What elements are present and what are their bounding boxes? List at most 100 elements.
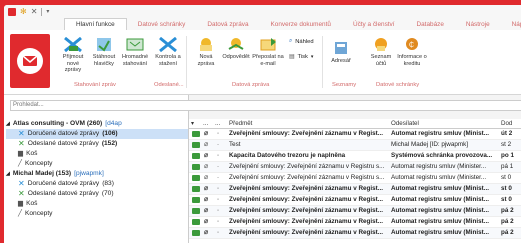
group-label-databoxes: Datové schránky: [376, 82, 420, 88]
receive-icon: [63, 36, 83, 52]
row-marker: -: [217, 163, 220, 170]
table-row[interactable]: ⌀ - Zveřejnění smlouvy: Zveřejnění záznamu…: [189, 162, 521, 173]
tree-item-sent[interactable]: ✕ Odeslané datové zprávy (70): [6, 189, 188, 199]
table-row[interactable]: ⌀ - Zveřejnění smlouvy: Zveřejnění záznamu…: [189, 184, 521, 195]
forward-email-button[interactable]: Přeposlat na e-mail: [252, 36, 284, 67]
headers-icon: [94, 36, 114, 52]
receive-messages-button[interactable]: Přijmout nové zprávy: [58, 36, 88, 74]
group-label-download: Stahování zpráv: [74, 82, 116, 88]
tree-item-drafts[interactable]: ╱ Koncepty: [6, 209, 188, 219]
search-icon: ⌕: [289, 38, 293, 44]
row-subject: Zveřejnění smlouvy: Zveřejnění záznamu v…: [229, 174, 385, 181]
row-date: st 0: [501, 174, 512, 181]
inbox-icon: ✕: [18, 179, 25, 188]
table-row[interactable]: ⌀ - Test Michal Madej [ID: pjwapmk] st 2: [189, 140, 521, 151]
table-row[interactable]: ⌀ - Zveřejnění smlouvy: Zveřejnění záznamu…: [189, 217, 521, 228]
tree-account-madej[interactable]: ◢ Michal Madej (153) [pjwapmk]: [6, 169, 188, 179]
row-date: pá 2: [501, 218, 514, 225]
group-label-message: Datová zpráva: [232, 82, 270, 88]
accounts-icon: [371, 36, 391, 52]
new-message-button[interactable]: Nová zpráva: [192, 36, 220, 67]
tab-conversion[interactable]: Konverze dokumentů: [260, 19, 342, 30]
row-date: st 0: [501, 196, 512, 203]
settings-icon[interactable]: ✻: [20, 7, 27, 16]
table-row[interactable]: ⌀ - Zveřejnění smlouvy: Zveřejnění záznamu…: [189, 173, 521, 184]
tab-databoxes[interactable]: Datové schránky: [127, 19, 197, 30]
row-sender: Automat registru smluv (Minister...: [391, 163, 487, 170]
print-icon: ▤: [289, 54, 295, 60]
expand-icon[interactable]: ◢: [6, 169, 10, 179]
row-subject: Kapacita Datového trezoru je naplněna: [229, 152, 346, 159]
download-headers-button[interactable]: Stáhnout hlavičky: [90, 36, 118, 67]
row-marker: -: [217, 152, 220, 159]
row-subject: Zveřejnění smlouvy: Zveřejnění záznamu v…: [229, 196, 383, 203]
tab-tools[interactable]: Nástroje: [455, 19, 501, 30]
dropdown-icon[interactable]: ▾: [46, 8, 49, 15]
inbox-icon: ✕: [18, 129, 25, 138]
row-sender: Automat registru smluv (Minist...: [391, 196, 489, 203]
header-sender[interactable]: Odesílatel: [391, 119, 419, 128]
row-date: út 2: [501, 130, 513, 137]
attachment-icon: ⌀: [204, 174, 209, 181]
tree-account-atlas[interactable]: ◢ Atlas consulting - OVM (260) [d4ap: [6, 119, 188, 129]
row-marker: -: [217, 218, 220, 225]
search-input[interactable]: Prohledat...: [10, 100, 521, 111]
table-row[interactable]: ⌀ - Zveřejnění smlouvy: Zveřejnění záznamu…: [189, 195, 521, 206]
forward-icon: [258, 36, 278, 52]
tree-item-inbox[interactable]: ✕ Doručené datové zprávy (106): [6, 129, 188, 139]
ribbon-tabs: Hlavní funkce Datové schránky Datová zpr…: [4, 18, 521, 30]
bulk-download-button[interactable]: Hromadné stahování: [120, 36, 150, 67]
header-date[interactable]: Dod: [501, 119, 512, 128]
divider: [41, 7, 43, 16]
credit-info-button[interactable]: ₵ Informace o kreditu: [396, 36, 428, 67]
table-row[interactable]: ⌀ - Kapacita Datového trezoru je naplněna S…: [189, 151, 521, 162]
app-window: ✻ ✕ ▾ Hlavní funkce Datové schránky Dato…: [4, 5, 521, 243]
tree-item-trash[interactable]: ▆ Koš: [6, 199, 188, 209]
attachment-icon: ⌀: [204, 207, 209, 214]
table-row[interactable]: ⌀ - Zveřejnění smlouvy: Zveřejnění záznamu…: [189, 129, 521, 140]
header-sort-icon[interactable]: ▾: [191, 119, 194, 128]
tree-item-inbox[interactable]: ✕ Doručené datové zprávy (83): [6, 179, 188, 189]
attachment-icon: ⌀: [204, 152, 209, 159]
trash-icon: ▆: [18, 150, 24, 157]
credit-icon: ₵: [402, 36, 422, 52]
attachment-icon: ⌀: [204, 141, 209, 148]
tab-message[interactable]: Datová zpráva: [196, 19, 259, 30]
tab-main[interactable]: Hlavní funkce: [64, 18, 127, 30]
row-subject: Zveřejnění smlouvy: Zveřejnění záznamu v…: [229, 229, 383, 236]
check-download-button[interactable]: Kontrola a stažení: [154, 36, 182, 67]
divider: [322, 36, 323, 88]
close-tool-icon[interactable]: ✕: [31, 7, 38, 16]
attachment-icon: ⌀: [204, 130, 209, 137]
row-marker: -: [217, 130, 220, 137]
print-button[interactable]: ▤ Tisk ▾: [289, 54, 313, 60]
tree-item-trash[interactable]: ▆ Koš: [6, 149, 188, 159]
tab-help[interactable]: Nápověda: [501, 19, 521, 30]
tree-item-drafts[interactable]: ╱ Koncepty: [6, 159, 188, 169]
table-row[interactable]: ⌀ - Zveřejnění smlouvy: Zveřejnění záznamu…: [189, 206, 521, 217]
address-book-icon: [331, 40, 351, 56]
expand-icon[interactable]: ◢: [6, 119, 10, 129]
header-subject[interactable]: Předmět: [229, 119, 252, 128]
tab-database[interactable]: Databáze: [406, 19, 455, 30]
row-sender: Michal Madej [ID: pjwapmk]: [391, 141, 468, 148]
pencil-icon: ╱: [18, 210, 22, 217]
row-marker: -: [217, 229, 220, 236]
preview-button[interactable]: ⌕ Náhled: [289, 38, 314, 45]
accounts-list-button[interactable]: Seznam účtů: [368, 36, 394, 67]
tree-item-sent[interactable]: ✕ Odeslané datové zprávy (152): [6, 139, 188, 149]
attachment-icon: ⌀: [204, 229, 209, 236]
tab-accounts[interactable]: Účty a členství: [342, 19, 406, 30]
reply-button[interactable]: Odpovědět: [222, 36, 250, 61]
row-subject: Zveřejnění smlouvy: Zveřejnění záznamu v…: [229, 207, 383, 214]
row-subject: Zveřejnění smlouvy: Zveřejnění záznamu v…: [229, 163, 385, 170]
row-sender: Automat registru smluv (Minist...: [391, 218, 489, 225]
attachment-icon: ⌀: [204, 218, 209, 225]
sent-icon: ✕: [18, 189, 25, 198]
check-icon: [158, 36, 178, 52]
mail-app-icon[interactable]: [10, 34, 50, 88]
address-book-button[interactable]: Adresář: [326, 40, 356, 65]
table-row[interactable]: ⌀ - Zveřejnění smlouvy: Zveřejnění záznamu…: [189, 228, 521, 239]
row-marker: -: [217, 207, 220, 214]
app-logo-icon[interactable]: [8, 7, 16, 16]
